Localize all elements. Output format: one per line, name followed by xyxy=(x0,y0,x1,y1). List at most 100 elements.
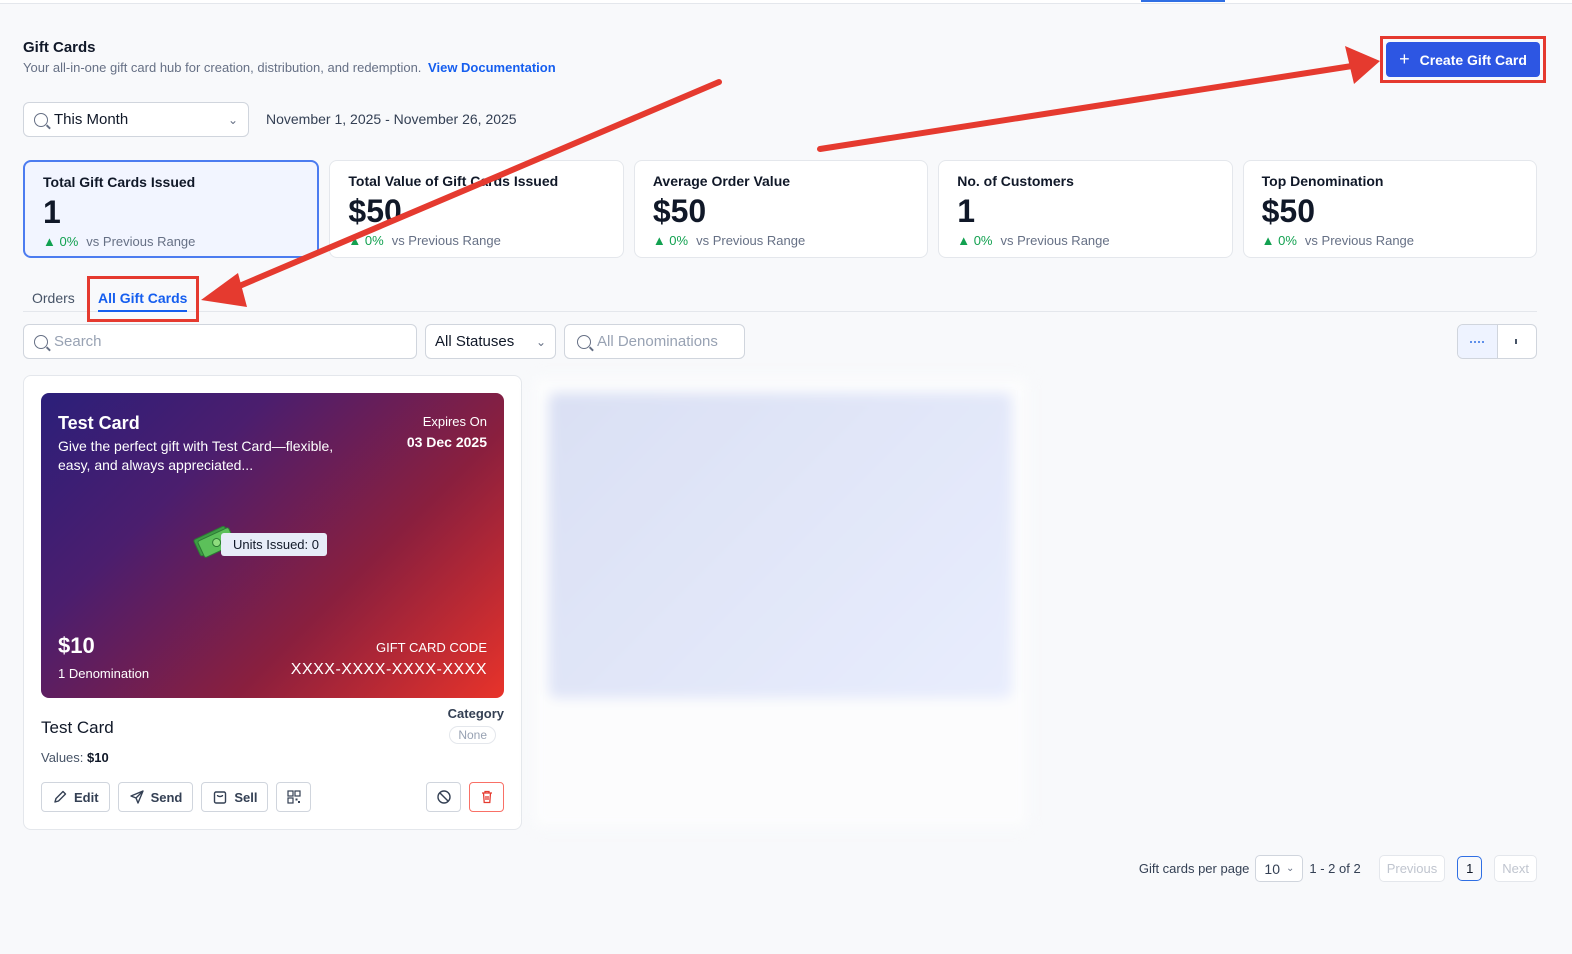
gift-card-preview-blurred xyxy=(549,393,1012,698)
send-icon xyxy=(129,790,144,804)
create-gift-card-button[interactable]: + Create Gift Card xyxy=(1386,42,1540,77)
stat-value: $50 xyxy=(1261,193,1316,229)
denominations-placeholder: All Denominations xyxy=(597,333,718,350)
search-icon xyxy=(34,112,48,127)
arrow-up-icon: ▲ 0% xyxy=(652,233,689,248)
view-documentation-link[interactable]: View Documentation xyxy=(428,60,556,75)
status-select[interactable]: All Statuses ⌄ xyxy=(425,324,556,359)
date-range-value: This Month xyxy=(54,111,129,128)
qr-code-icon xyxy=(287,790,301,804)
stat-card-average-order[interactable]: Average Order Value $50 ▲ 0% vs Previous … xyxy=(633,160,929,258)
stat-label: No. of Customers xyxy=(957,173,1074,189)
per-page-label: Gift cards per page xyxy=(1138,861,1250,876)
stat-change: 0% xyxy=(973,233,993,248)
filter-toolbar: Search All Statuses ⌄ All Denominations xyxy=(23,324,1537,359)
gift-card-price: $10 xyxy=(58,633,95,658)
trash-icon xyxy=(481,790,492,804)
chevron-down-icon: ⌄ xyxy=(1285,863,1295,874)
arrow-to-create-button xyxy=(817,63,1355,152)
stat-change: 0% xyxy=(669,233,689,248)
stat-label: Total Value of Gift Cards Issued xyxy=(348,173,559,189)
arrow-up-icon: ▲ 0% xyxy=(957,233,993,248)
search-icon xyxy=(577,334,591,349)
stat-change: 0% xyxy=(1278,233,1297,248)
denomination-count: 1 Denomination xyxy=(58,666,150,681)
grid-view-button[interactable] xyxy=(1458,325,1498,358)
stat-compare-text: vs Previous Range xyxy=(391,233,501,248)
tab-bar: Orders All Gift Cards xyxy=(23,285,1537,312)
next-page-button[interactable]: Next xyxy=(1494,855,1537,882)
previous-page-button[interactable]: Previous xyxy=(1378,855,1446,882)
gift-card-item[interactable]: Test Card Give the perfect gift with Tes… xyxy=(23,375,522,830)
search-icon xyxy=(34,334,48,349)
tab-orders[interactable]: Orders xyxy=(32,290,75,306)
edit-icon xyxy=(54,790,67,803)
stat-card-customers[interactable]: No. of Customers 1 ▲ 0% vs Previous Range xyxy=(938,160,1233,258)
expires-label: Expires On xyxy=(422,414,487,429)
plus-icon: + xyxy=(1399,49,1410,69)
create-gift-card-label: Create Gift Card xyxy=(1419,51,1527,68)
stat-label: Average Order Value xyxy=(652,173,791,189)
pagination-range: 1 - 2 of 2 xyxy=(1309,861,1361,876)
chevron-down-icon: ⌄ xyxy=(227,112,238,127)
stat-compare: ▲ 0% vs Previous Range xyxy=(653,233,909,248)
category-label: Category xyxy=(447,706,504,721)
view-toggle xyxy=(1457,324,1537,359)
stat-label: Top Denomination xyxy=(1261,173,1384,189)
search-input[interactable]: Search xyxy=(23,324,417,359)
gift-card-title: Test Card xyxy=(58,413,140,433)
gift-card-code-label: GIFT CARD CODE xyxy=(376,640,487,655)
qr-code-button[interactable] xyxy=(276,782,312,812)
gift-card-description: Give the perfect gift with Test Card—fle… xyxy=(58,438,334,473)
tab-highlight-box xyxy=(87,276,199,322)
card-name: Test Card xyxy=(41,718,114,737)
send-label: Send xyxy=(150,789,183,805)
gift-card-preview[interactable]: Test Card Give the perfect gift with Tes… xyxy=(41,393,504,698)
stat-compare: ▲ 0% vs Previous Range xyxy=(43,234,299,249)
stats-row: Total Gift Cards Issued 1 ▲ 0% vs Previou… xyxy=(23,160,1538,258)
stat-value: $50 xyxy=(652,193,707,229)
stat-compare-text: vs Previous Range xyxy=(1304,233,1415,248)
pagination: Gift cards per page 10 ⌄ 1 - 2 of 2 Prev… xyxy=(1139,855,1537,882)
denominations-select[interactable]: All Denominations xyxy=(564,324,745,359)
top-nav-border xyxy=(0,0,1572,4)
arrow-head-create xyxy=(1345,46,1380,84)
stat-card-total-value[interactable]: Total Value of Gift Cards Issued $50 ▲ 0… xyxy=(329,160,624,258)
subtitle-text: Your all-in-one gift card hub for creati… xyxy=(23,60,422,75)
values-label: Values: xyxy=(41,750,84,765)
list-view-button[interactable] xyxy=(1498,325,1537,358)
gift-card-item-blurred[interactable] xyxy=(531,375,1030,830)
arrow-up-icon: ▲ 0% xyxy=(1261,233,1297,248)
stat-compare: ▲ 0% vs Previous Range xyxy=(957,233,1213,248)
stat-card-top-denomination[interactable]: Top Denomination $50 ▲ 0% vs Previous Ran… xyxy=(1242,160,1538,258)
card-values: Values: $10 xyxy=(41,750,109,765)
per-page-select[interactable]: 10 ⌄ xyxy=(1255,855,1304,882)
expires-value: 03 Dec 2025 xyxy=(406,434,487,450)
stat-card-total-issued[interactable]: Total Gift Cards Issued 1 ▲ 0% vs Previou… xyxy=(23,160,320,258)
date-range-select[interactable]: This Month ⌄ xyxy=(23,102,249,137)
values-value: $10 xyxy=(87,750,109,765)
create-button-highlight: + Create Gift Card xyxy=(1380,36,1546,83)
edit-button[interactable]: Edit xyxy=(41,782,110,812)
stat-compare-text: vs Previous Range xyxy=(86,234,196,249)
stat-compare: ▲ 0% vs Previous Range xyxy=(348,233,604,248)
stat-compare-text: vs Previous Range xyxy=(1000,233,1110,248)
arrow-up-icon: ▲ 0% xyxy=(348,233,384,248)
send-button[interactable]: Send xyxy=(117,782,194,812)
card-status-actions xyxy=(426,782,504,812)
stat-compare: ▲ 0% vs Previous Range xyxy=(1262,233,1518,248)
sell-button[interactable]: Sell xyxy=(201,782,269,812)
sell-label: Sell xyxy=(234,789,258,805)
card-actions: Edit Send Sell xyxy=(41,782,312,812)
page-number-button[interactable]: 1 xyxy=(1457,856,1483,881)
gift-card-code: XXXX-XXXX-XXXX-XXXX xyxy=(290,661,487,678)
disable-button[interactable] xyxy=(426,782,461,812)
chevron-down-icon: ⌄ xyxy=(535,334,546,349)
grid-view-icon xyxy=(1458,335,1497,349)
list-view-icon xyxy=(1498,336,1537,348)
shopping-bag-icon xyxy=(214,791,227,804)
date-range-text: November 1, 2025 - November 26, 2025 xyxy=(266,111,517,127)
stat-value: $50 xyxy=(348,193,402,229)
delete-button[interactable] xyxy=(469,782,504,812)
stat-value: 1 xyxy=(43,194,61,230)
